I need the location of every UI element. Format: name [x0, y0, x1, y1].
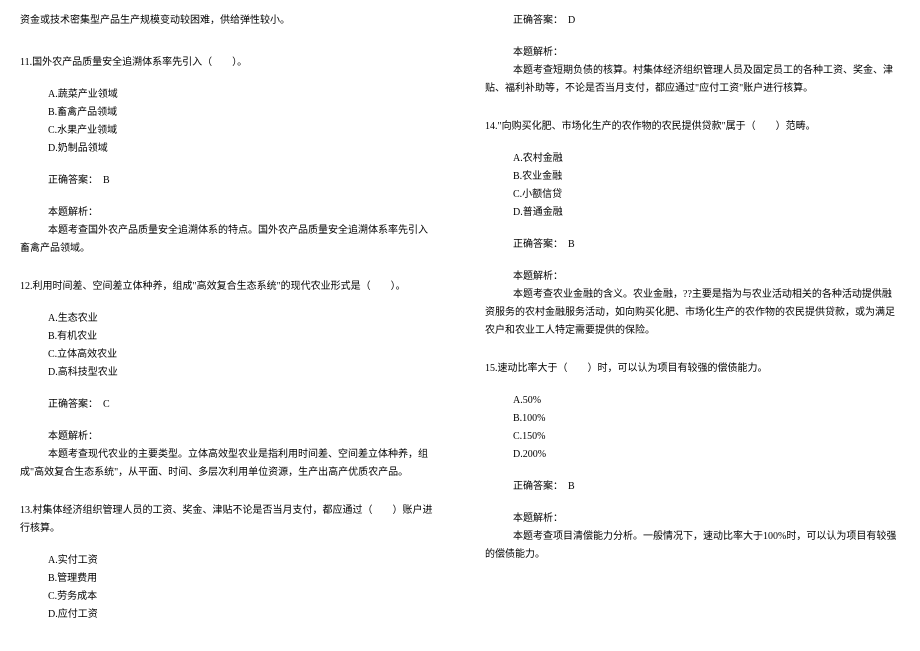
question-11-options: A.蔬菜产业领域 B.畜禽产品领域 C.水果产业领域 D.奶制品领域	[48, 86, 435, 158]
right-column: 正确答案： D 本题解析： 本题考查短期负债的核算。村集体经济组织管理人员及固定…	[465, 0, 920, 651]
question-13-continued: 正确答案： D 本题解析： 本题考查短期负债的核算。村集体经济组织管理人员及固定…	[485, 12, 900, 98]
option-c: C.小额信贷	[513, 186, 900, 204]
option-a: A.50%	[513, 392, 900, 410]
question-12-explain: 本题考查现代农业的主要类型。立体高效型农业是指利用时间差、空间差立体种养，组成"…	[20, 446, 435, 482]
question-11-answer: 正确答案： B	[48, 172, 435, 190]
question-12-explain-label: 本题解析：	[48, 428, 435, 446]
option-c: C.150%	[513, 428, 900, 446]
question-13-explain: 本题考查短期负债的核算。村集体经济组织管理人员及固定员工的各种工资、奖金、津贴、…	[485, 62, 900, 98]
question-13: 13.村集体经济组织管理人员的工资、奖金、津贴不论是否当月支付，都应通过（ ）账…	[20, 502, 435, 624]
option-c: C.水果产业领域	[48, 122, 435, 140]
question-12-options: A.生态农业 B.有机农业 C.立体高效农业 D.高科技型农业	[48, 310, 435, 382]
option-a: A.实付工资	[48, 552, 435, 570]
question-11-explain: 本题考查国外农产品质量安全追溯体系的特点。国外农产品质量安全追溯体系率先引入畜禽…	[20, 222, 435, 258]
question-14-text: 14."向购买化肥、市场化生产的农作物的农民提供贷款"属于（ ）范畴。	[485, 118, 900, 136]
question-14-explain-label: 本题解析：	[513, 268, 900, 286]
question-14: 14."向购买化肥、市场化生产的农作物的农民提供贷款"属于（ ）范畴。 A.农村…	[485, 118, 900, 340]
question-13-text: 13.村集体经济组织管理人员的工资、奖金、津贴不论是否当月支付，都应通过（ ）账…	[20, 502, 435, 538]
question-14-answer: 正确答案： B	[513, 236, 900, 254]
question-15-text: 15.速动比率大于（ ）时，可以认为项目有较强的偿债能力。	[485, 360, 900, 378]
option-b: B.100%	[513, 410, 900, 428]
question-14-options: A.农村金融 B.农业金融 C.小额信贷 D.普通金融	[513, 150, 900, 222]
question-13-answer: 正确答案： D	[513, 12, 900, 30]
option-c: C.劳务成本	[48, 588, 435, 606]
question-12-answer: 正确答案： C	[48, 396, 435, 414]
option-a: A.蔬菜产业领域	[48, 86, 435, 104]
question-13-explain-label: 本题解析：	[513, 44, 900, 62]
option-a: A.农村金融	[513, 150, 900, 168]
question-13-options: A.实付工资 B.管理费用 C.劳务成本 D.应付工资	[48, 552, 435, 624]
option-b: B.农业金融	[513, 168, 900, 186]
question-11-text: 11.国外农产品质量安全追溯体系率先引入（ ）。	[20, 54, 435, 72]
option-b: B.畜禽产品领域	[48, 104, 435, 122]
question-15-options: A.50% B.100% C.150% D.200%	[513, 392, 900, 464]
question-12: 12.利用时间差、空间差立体种养，组成"高效复合生态系统"的现代农业形式是（ ）…	[20, 278, 435, 482]
question-11: 11.国外农产品质量安全追溯体系率先引入（ ）。 A.蔬菜产业领域 B.畜禽产品…	[20, 54, 435, 258]
option-d: D.普通金融	[513, 204, 900, 222]
question-12-text: 12.利用时间差、空间差立体种养，组成"高效复合生态系统"的现代农业形式是（ ）…	[20, 278, 435, 296]
question-15-explain: 本题考查项目清偿能力分析。一般情况下，速动比率大于100%时，可以认为项目有较强…	[485, 528, 900, 564]
option-d: D.奶制品领域	[48, 140, 435, 158]
option-a: A.生态农业	[48, 310, 435, 328]
question-15-answer: 正确答案： B	[513, 478, 900, 496]
question-14-explain: 本题考查农业金融的含义。农业金融，??主要是指为与农业活动相关的各种活动提供融资…	[485, 286, 900, 340]
left-column: 资金或技术密集型产品生产规模变动较困难，供给弹性较小。 11.国外农产品质量安全…	[0, 0, 465, 651]
option-d: D.200%	[513, 446, 900, 464]
option-b: B.管理费用	[48, 570, 435, 588]
question-15: 15.速动比率大于（ ）时，可以认为项目有较强的偿债能力。 A.50% B.10…	[485, 360, 900, 564]
question-11-explain-label: 本题解析：	[48, 204, 435, 222]
question-15-explain-label: 本题解析：	[513, 510, 900, 528]
option-d: D.应付工资	[48, 606, 435, 624]
option-b: B.有机农业	[48, 328, 435, 346]
option-c: C.立体高效农业	[48, 346, 435, 364]
option-d: D.高科技型农业	[48, 364, 435, 382]
intro-text: 资金或技术密集型产品生产规模变动较困难，供给弹性较小。	[20, 12, 435, 30]
